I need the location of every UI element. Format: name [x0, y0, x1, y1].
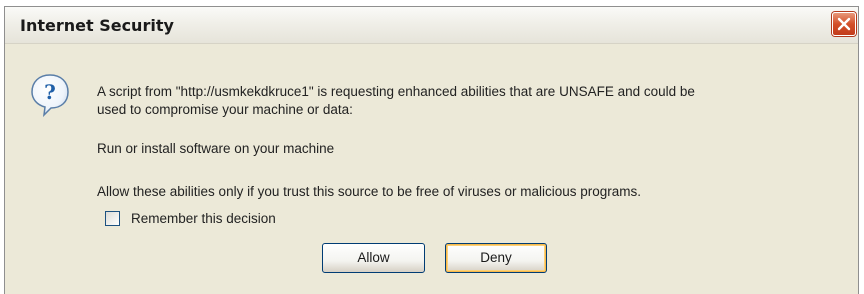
trust-notice: Allow these abilities only if you trust … — [97, 184, 641, 199]
allow-button[interactable]: Allow — [322, 243, 425, 273]
remember-decision-checkbox[interactable] — [105, 211, 120, 226]
close-button[interactable] — [832, 12, 856, 36]
requested-ability: Run or install software on your machine — [97, 141, 335, 156]
title-bar[interactable]: Internet Security — [5, 7, 858, 44]
close-icon — [837, 17, 851, 31]
message-line-2: used to compromise your machine or data: — [97, 102, 353, 117]
dialog-title: Internet Security — [20, 16, 174, 35]
question-icon: ? — [31, 74, 69, 117]
dialog-content: ? A script from "http://usmkekdkruce1" i… — [5, 44, 858, 294]
message-line-1: A script from "http://usmkekdkruce1" is … — [97, 84, 695, 99]
internet-security-dialog: Internet Security ? A script from "http:… — [4, 6, 859, 294]
remember-decision-label[interactable]: Remember this decision — [131, 210, 276, 228]
deny-button[interactable]: Deny — [445, 243, 547, 273]
svg-text:?: ? — [44, 80, 56, 104]
